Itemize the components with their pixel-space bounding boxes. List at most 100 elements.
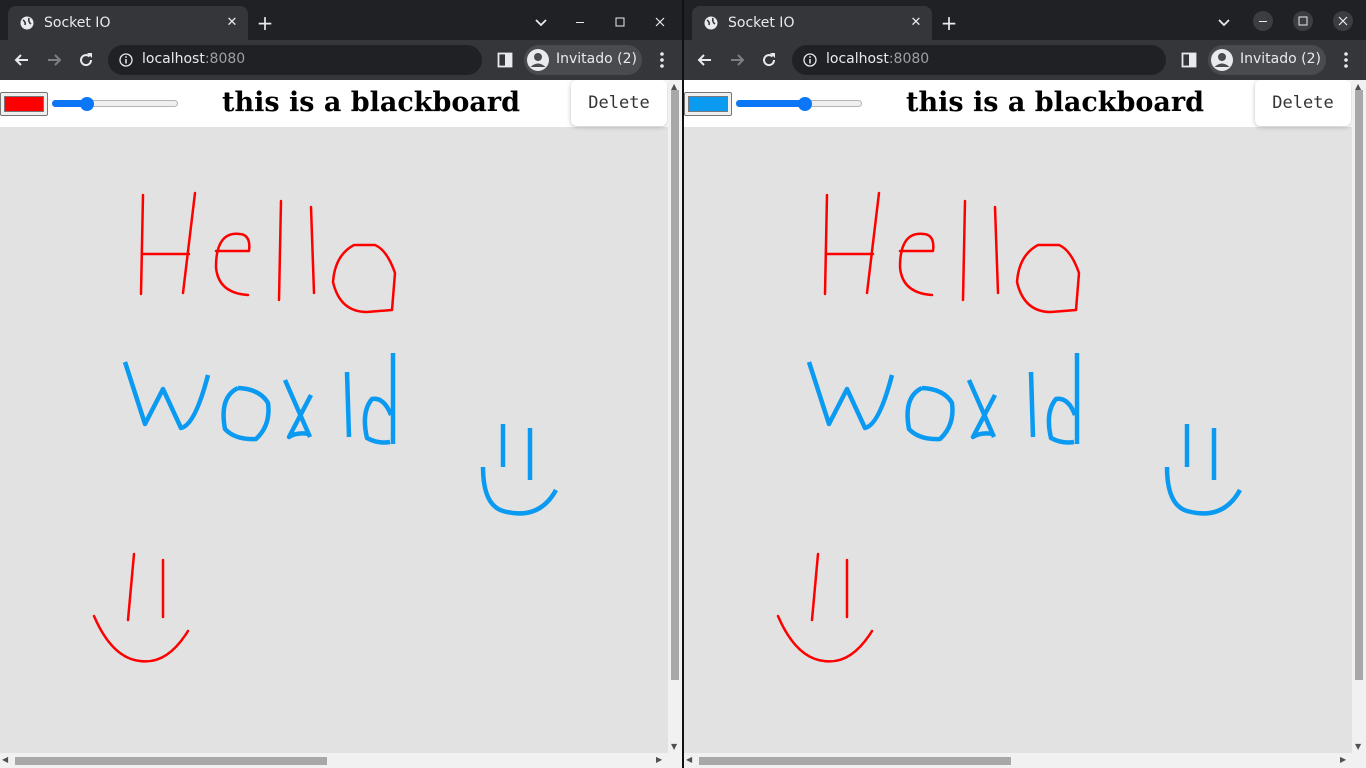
stroke-h-left	[823, 193, 829, 296]
tab-title: Socket IO	[44, 15, 111, 31]
slider-thumb[interactable]	[80, 97, 94, 111]
url-port: :8080	[888, 51, 930, 67]
arrow-right-icon[interactable]	[727, 50, 747, 70]
stroke-mouth	[1164, 466, 1242, 516]
maximize-icon[interactable]	[1293, 11, 1313, 31]
browser-toolbar: localhost:8080 Invitado (2)	[684, 40, 1366, 80]
scroll-left-icon[interactable]: ◀	[686, 755, 692, 764]
vertical-scrollbar-thumb[interactable]	[671, 90, 679, 680]
slider-thumb[interactable]	[797, 97, 812, 111]
tab-socket-io[interactable]: Socket IO ✕	[8, 6, 248, 40]
stroke-l3	[1028, 371, 1036, 438]
info-icon[interactable]	[803, 53, 817, 67]
vertical-scrollbar[interactable]: ▲ ▼	[668, 80, 682, 753]
delete-button[interactable]: Delete	[571, 80, 667, 126]
browser-window-right: Socket IO ✕ + localhost:8080 Invitado (2…	[684, 0, 1366, 768]
profile-button[interactable]: Invitado (2)	[524, 45, 642, 75]
profile-icon	[1211, 49, 1233, 71]
color-picker[interactable]	[0, 92, 48, 116]
page-viewport: this is a blackboard Delete	[0, 80, 668, 753]
stroke-o	[331, 243, 397, 314]
stroke-o2	[905, 385, 955, 442]
blackboard-canvas[interactable]	[0, 127, 668, 753]
stroke-x	[282, 379, 313, 440]
horizontal-scrollbar-thumb[interactable]	[15, 757, 327, 765]
minimize-icon[interactable]	[571, 13, 589, 31]
close-window-icon[interactable]	[651, 13, 669, 31]
scroll-right-icon[interactable]: ▶	[1340, 755, 1346, 764]
vertical-scrollbar-thumb[interactable]	[1355, 90, 1363, 680]
scroll-left-icon[interactable]: ◀	[2, 755, 8, 764]
horizontal-scrollbar[interactable]: ◀ ▶	[0, 753, 682, 768]
scroll-down-icon[interactable]: ▼	[671, 742, 677, 751]
browser-toolbar: localhost:8080 Invitado (2)	[0, 40, 682, 80]
arrow-right-icon[interactable]	[44, 50, 64, 70]
reload-icon[interactable]	[76, 50, 96, 70]
tab-close-icon[interactable]: ✕	[224, 15, 240, 31]
stroke-d	[1046, 353, 1080, 445]
profile-label: Invitado (2)	[556, 51, 637, 67]
blue-smiley	[1164, 424, 1242, 516]
color-picker[interactable]	[684, 92, 732, 116]
close-window-icon[interactable]	[1333, 11, 1353, 31]
page-title: this is a blackboard	[906, 87, 1204, 118]
chevron-down-icon[interactable]	[533, 14, 549, 30]
page-viewport: this is a blackboard Delete	[684, 80, 1352, 753]
browser-window-left: Socket IO ✕ + localhost:8080 Invitado (2…	[0, 0, 682, 768]
tab-strip: Socket IO ✕ +	[0, 0, 682, 40]
three-dots-icon[interactable]	[654, 50, 670, 70]
stroke-eye-left	[810, 552, 820, 622]
reload-icon[interactable]	[759, 50, 779, 70]
stroke-mouth	[776, 614, 874, 663]
address-bar[interactable]: localhost:8080	[108, 45, 482, 75]
maximize-icon[interactable]	[611, 13, 629, 31]
hello-drawing	[139, 191, 397, 314]
world-drawing	[806, 353, 1080, 445]
side-panel-icon[interactable]	[1181, 52, 1197, 68]
url-text: localhost:8080	[142, 51, 245, 67]
side-panel-icon[interactable]	[497, 52, 513, 68]
slider-fill	[736, 100, 805, 107]
tab-strip: Socket IO ✕ +	[684, 0, 1366, 40]
world-drawing	[122, 353, 396, 445]
globe-icon	[704, 16, 718, 30]
blue-smiley	[480, 424, 558, 516]
scroll-down-icon[interactable]: ▼	[1355, 742, 1361, 751]
stroke-mouth	[480, 466, 558, 516]
horizontal-scrollbar-thumb[interactable]	[699, 757, 1011, 765]
address-bar[interactable]: localhost:8080	[792, 45, 1166, 75]
delete-button[interactable]: Delete	[1255, 80, 1351, 126]
page-header: this is a blackboard Delete	[684, 80, 1352, 127]
tab-title: Socket IO	[728, 15, 795, 31]
chevron-down-icon[interactable]	[1216, 14, 1232, 30]
stroke-l1	[961, 199, 967, 302]
url-port: :8080	[204, 51, 246, 67]
arrow-left-icon[interactable]	[695, 50, 715, 70]
scroll-right-icon[interactable]: ▶	[656, 755, 662, 764]
blackboard-canvas[interactable]	[684, 127, 1352, 753]
color-swatch	[688, 96, 728, 112]
url-text: localhost:8080	[826, 51, 929, 67]
three-dots-icon[interactable]	[1338, 50, 1354, 70]
page-header: this is a blackboard Delete	[0, 80, 668, 127]
red-smiley	[92, 552, 190, 663]
globe-icon	[20, 16, 34, 30]
stroke-e	[214, 232, 251, 297]
stroke-o2	[221, 385, 271, 442]
vertical-scrollbar[interactable]: ▲ ▼	[1352, 80, 1366, 753]
stroke-x	[966, 379, 997, 440]
tab-socket-io[interactable]: Socket IO ✕	[692, 6, 932, 40]
brush-size-slider[interactable]	[736, 97, 862, 111]
new-tab-button[interactable]: +	[938, 13, 960, 35]
brush-size-slider[interactable]	[52, 97, 178, 111]
stroke-d	[362, 353, 396, 445]
info-icon[interactable]	[119, 53, 133, 67]
horizontal-scrollbar[interactable]: ◀ ▶	[684, 753, 1366, 768]
tab-close-icon[interactable]: ✕	[908, 15, 924, 31]
profile-button[interactable]: Invitado (2)	[1208, 45, 1326, 75]
hello-drawing	[823, 191, 1081, 314]
minimize-icon[interactable]	[1253, 11, 1273, 31]
new-tab-button[interactable]: +	[254, 13, 276, 35]
stroke-o	[1015, 243, 1081, 314]
arrow-left-icon[interactable]	[12, 50, 32, 70]
